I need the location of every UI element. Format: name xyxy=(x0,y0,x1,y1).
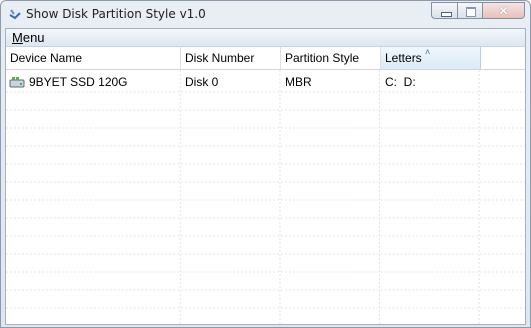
sort-ascending-icon: ˄ xyxy=(425,47,431,57)
window-title: Show Disk Partition Style v1.0 xyxy=(26,7,206,21)
column-header-letters[interactable]: ˄ Letters xyxy=(381,47,481,69)
hard-drive-icon xyxy=(9,77,25,88)
maximize-icon xyxy=(466,7,476,17)
cell-disk-number: Disk 0 xyxy=(185,75,219,89)
app-window: Show Disk Partition Style v1.0 ✕ Menu De… xyxy=(0,0,531,328)
column-header-disk-number[interactable]: Disk Number xyxy=(181,47,281,69)
menu-accelerator: M xyxy=(12,30,23,45)
grid-lines xyxy=(6,70,525,324)
close-button[interactable]: ✕ xyxy=(482,2,525,19)
maximize-button[interactable] xyxy=(457,2,482,19)
caption-buttons: ✕ xyxy=(431,2,525,20)
partition-list[interactable]: Device Name Disk Number Partition Style … xyxy=(6,47,525,324)
list-header: Device Name Disk Number Partition Style … xyxy=(6,47,525,70)
client-area: Menu Device Name Disk Number Partition S… xyxy=(5,28,526,325)
column-header-device-name[interactable]: Device Name xyxy=(6,47,181,69)
app-icon xyxy=(9,9,21,20)
minimize-button[interactable] xyxy=(431,2,457,19)
cell-partition-style: MBR xyxy=(285,75,312,89)
minimize-icon xyxy=(441,12,452,17)
title-bar[interactable]: Show Disk Partition Style v1.0 ✕ xyxy=(1,1,530,28)
table-row[interactable]: 9BYET SSD 120G Disk 0 MBR C: D: xyxy=(6,73,525,91)
menu-item-menu[interactable]: Menu xyxy=(11,30,46,45)
menu-label-rest: enu xyxy=(22,30,45,45)
menu-bar: Menu xyxy=(6,29,525,47)
column-header-partition-style[interactable]: Partition Style xyxy=(281,47,381,69)
cell-device-name: 9BYET SSD 120G xyxy=(29,75,128,89)
close-icon: ✕ xyxy=(498,3,509,18)
column-header-letters-label: Letters xyxy=(385,51,422,65)
cell-letters: C: D: xyxy=(385,75,416,89)
